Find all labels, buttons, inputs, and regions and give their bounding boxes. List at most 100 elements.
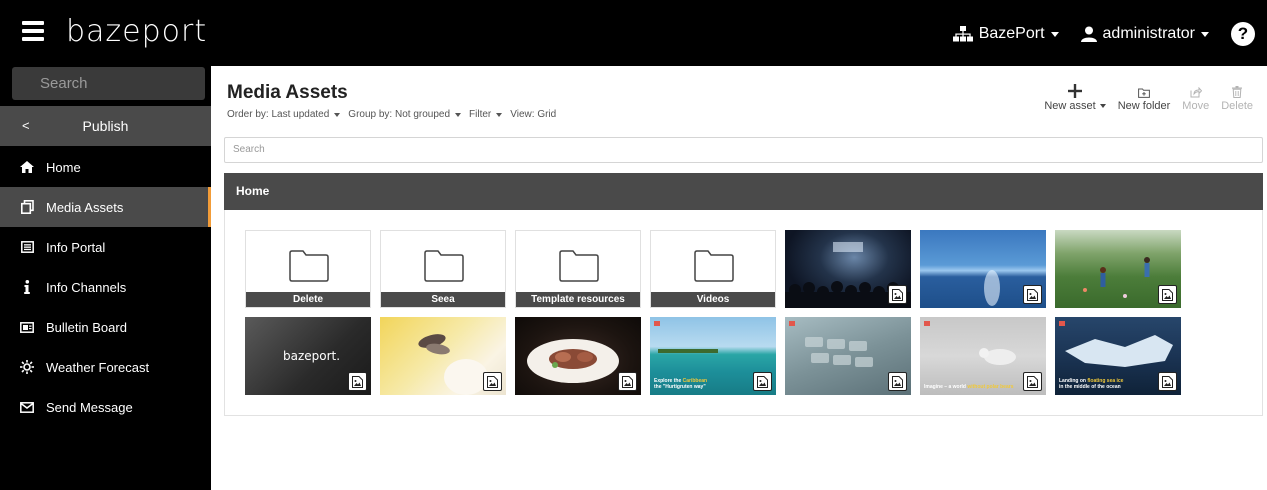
ice-caption: Landing on floating sea ice in the middle…	[1059, 378, 1124, 390]
sidebar-item-label: Bulletin Board	[46, 319, 127, 335]
menu-icon[interactable]	[22, 21, 44, 43]
image-tile-sea[interactable]	[920, 230, 1046, 308]
group-by-dropdown[interactable]: Group by: Not grouped	[348, 109, 462, 120]
filter-dropdown[interactable]: Filter	[469, 109, 503, 120]
action-toolbar: New asset New folder Move Delete	[1032, 80, 1253, 112]
sidebar-item-bulletin-board[interactable]: Bulletin Board	[0, 307, 211, 347]
sidebar-item-label: Info Channels	[46, 279, 127, 295]
chevron-down-icon	[455, 112, 462, 117]
breadcrumb[interactable]: Home	[224, 173, 1263, 210]
sidebar-item-label: Info Portal	[46, 239, 106, 255]
bazeport-wordmark: bazeport.	[283, 349, 341, 363]
delete-button[interactable]: Delete	[1221, 80, 1253, 112]
search-input[interactable]: Search	[224, 137, 1263, 163]
image-file-icon	[753, 372, 772, 391]
sidebar: Search < Publish Home Media Assets Info …	[0, 66, 211, 490]
sidebar-item-media-assets[interactable]: Media Assets	[0, 187, 211, 227]
plus-icon	[1068, 80, 1083, 98]
move-icon	[1190, 80, 1202, 98]
envelope-icon	[20, 400, 34, 414]
portal-icon	[20, 240, 34, 254]
sidebar-item-info-portal[interactable]: Info Portal	[0, 227, 211, 267]
image-file-icon	[1158, 285, 1177, 304]
top-bar: bazeport BazePort administrator ?	[0, 0, 1267, 66]
image-file-icon	[348, 372, 367, 391]
image-tile-concert[interactable]	[785, 230, 911, 308]
publish-header[interactable]: < Publish	[0, 106, 211, 146]
chevron-down-icon	[1201, 31, 1209, 37]
help-icon[interactable]: ?	[1231, 22, 1255, 46]
asset-grid: Delete Seea Template resources Videos ba…	[224, 210, 1263, 416]
sidebar-item-weather-forecast[interactable]: Weather Forecast	[0, 347, 211, 387]
sidebar-item-home[interactable]: Home	[0, 147, 211, 187]
logo[interactable]: bazeport	[66, 14, 207, 49]
order-by-dropdown[interactable]: Order by: Last updated	[227, 109, 341, 120]
info-icon	[20, 280, 34, 294]
image-file-icon	[1158, 372, 1177, 391]
user-menu[interactable]: administrator	[1080, 25, 1209, 43]
publish-label: Publish	[82, 118, 129, 134]
trash-icon	[1232, 80, 1243, 98]
delete-label: Delete	[1221, 100, 1253, 112]
folder-icon	[694, 250, 734, 282]
new-asset-label: New asset	[1044, 100, 1096, 112]
image-file-icon	[1023, 285, 1042, 304]
brand-tag	[924, 321, 930, 326]
image-file-icon	[1023, 372, 1042, 391]
image-tile-food[interactable]	[515, 317, 641, 395]
sidebar-item-label: Home	[46, 159, 81, 175]
weather-icon	[20, 360, 34, 374]
sidebar-search-input[interactable]: Search	[12, 67, 205, 100]
media-icon	[20, 200, 34, 214]
filter-label: Filter	[469, 109, 492, 120]
back-icon[interactable]: <	[22, 106, 30, 146]
move-button[interactable]: Move	[1182, 80, 1209, 112]
folder-tile[interactable]: Template resources	[515, 230, 641, 308]
main-content: Media Assets Order by: Last updated Grou…	[211, 66, 1267, 490]
sidebar-item-send-message[interactable]: Send Message	[0, 387, 211, 427]
brand-tag	[1059, 321, 1065, 326]
image-file-icon	[483, 372, 502, 391]
group-by-label: Group by: Not grouped	[348, 109, 451, 120]
page-title: Media Assets	[227, 82, 348, 103]
folder-plus-icon	[1138, 80, 1150, 98]
image-tile-caribbean[interactable]: Explore the Caribbean the "Hurtigruten wa…	[650, 317, 776, 395]
image-tile-bazeport[interactable]: bazeport.	[245, 317, 371, 395]
folder-icon	[289, 250, 329, 282]
home-icon	[20, 160, 34, 174]
new-folder-label: New folder	[1117, 100, 1171, 112]
polar-caption: Imagine – a world without polar bears	[924, 384, 1014, 390]
image-tile-polar[interactable]: Imagine – a world without polar bears	[920, 317, 1046, 395]
org-label: BazePort	[978, 25, 1045, 42]
sidebar-item-label: Media Assets	[46, 199, 124, 215]
user-label: administrator	[1102, 25, 1195, 42]
image-tile-ice[interactable]: Landing on floating sea ice in the middle…	[1055, 317, 1181, 395]
folder-icon	[559, 250, 599, 282]
folder-tile[interactable]: Delete	[245, 230, 371, 308]
view-toggle[interactable]: View: Grid	[510, 109, 556, 120]
view-label: View: Grid	[510, 109, 557, 120]
folder-name: Videos	[651, 292, 775, 307]
chevron-down-icon	[334, 112, 341, 117]
org-menu[interactable]: BazePort	[952, 25, 1059, 43]
folder-tile[interactable]: Seea	[380, 230, 506, 308]
new-asset-button[interactable]: New asset	[1044, 80, 1106, 112]
brand-tag	[789, 321, 795, 326]
user-icon	[1080, 26, 1097, 42]
image-tile-keyboard[interactable]	[785, 317, 911, 395]
sidebar-item-info-channels[interactable]: Info Channels	[0, 267, 211, 307]
image-tile-shells[interactable]	[380, 317, 506, 395]
image-file-icon	[888, 285, 907, 304]
move-label: Move	[1182, 100, 1210, 112]
new-folder-button[interactable]: New folder	[1117, 80, 1171, 112]
image-tile-hikers[interactable]	[1055, 230, 1181, 308]
chevron-down-icon	[1050, 31, 1059, 37]
folder-tile[interactable]: Videos	[650, 230, 776, 308]
folder-name: Template resources	[516, 292, 640, 307]
sidebar-item-label: Send Message	[46, 399, 133, 415]
board-icon	[20, 320, 34, 334]
sidebar-item-label: Weather Forecast	[46, 359, 150, 375]
order-by-label: Order by: Last updated	[227, 109, 330, 120]
sidebar-nav: Home Media Assets Info Portal Info Chann…	[0, 147, 211, 427]
image-file-icon	[888, 372, 907, 391]
